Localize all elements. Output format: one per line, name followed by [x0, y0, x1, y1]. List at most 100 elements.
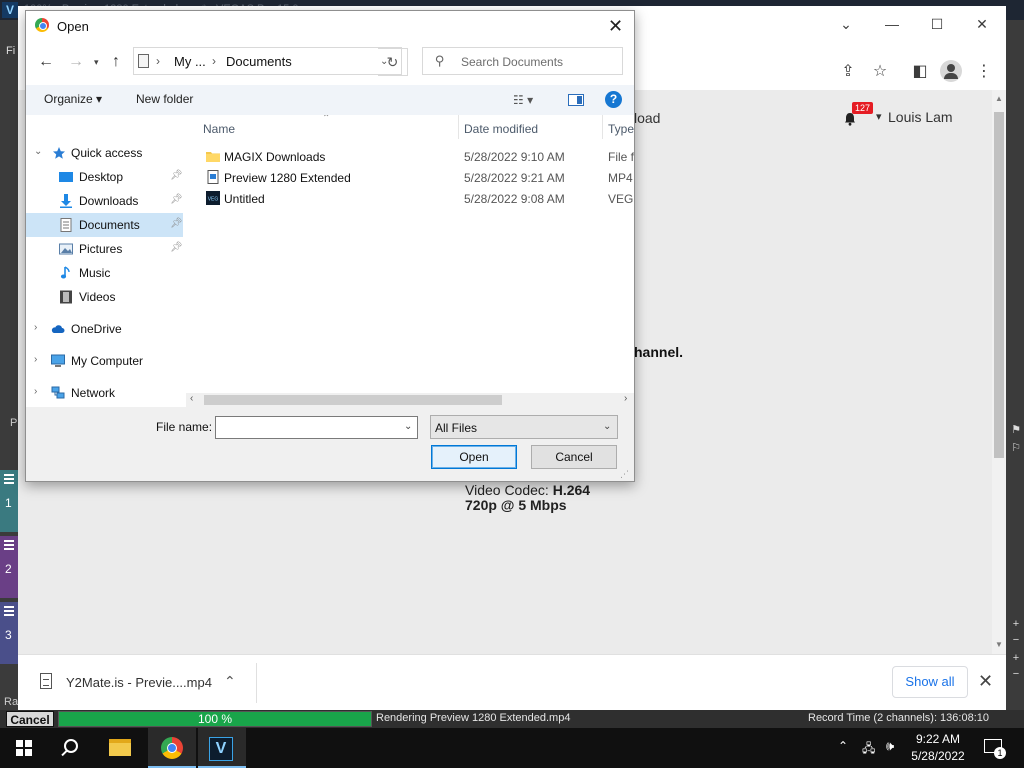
chevron-down-icon[interactable]: ⌄	[404, 421, 412, 432]
track-header[interactable]: 3	[0, 602, 18, 664]
zoom-in-icon[interactable]: +	[1010, 618, 1022, 630]
chevron-right-icon[interactable]: ›	[212, 54, 216, 68]
cancel-button[interactable]: Cancel	[531, 445, 617, 469]
chevron-down-icon[interactable]: ▾	[876, 110, 882, 123]
show-all-button[interactable]: Show all	[892, 666, 968, 698]
nav-item-desktop[interactable]: Desktop 📌︎	[26, 165, 183, 189]
minimize-button[interactable]: —	[880, 12, 904, 36]
file-row[interactable]: MAGIX Downloads 5/28/2022 9:10 AM File f…	[186, 146, 634, 167]
back-arrow-icon[interactable]: ←	[38, 53, 54, 71]
help-icon[interactable]: ?	[605, 91, 622, 108]
share-icon[interactable]: ⇪	[836, 60, 860, 84]
star-icon[interactable]: ☆	[868, 60, 892, 84]
nav-item-documents[interactable]: Documents 📌︎	[26, 213, 183, 237]
nav-item-quick-access[interactable]: ⌄ Quick access	[26, 141, 183, 165]
side-panel-icon[interactable]: ◧	[908, 60, 932, 84]
column-header-date[interactable]: Date modified	[464, 122, 538, 136]
clock-time[interactable]: 9:22 AM	[902, 732, 974, 746]
track-menu-icon[interactable]	[4, 606, 14, 616]
scroll-thumb[interactable]	[994, 112, 1004, 458]
marker-icon[interactable]: ⚑	[1010, 424, 1022, 436]
page-download-link[interactable]: load	[634, 110, 660, 126]
nav-item-music[interactable]: Music	[26, 261, 183, 285]
new-folder-button[interactable]: New folder	[136, 92, 193, 106]
maximize-button[interactable]: ☐	[925, 12, 949, 36]
organize-button[interactable]: Organize ▾	[44, 92, 102, 106]
chevron-right-icon[interactable]: ›	[34, 322, 37, 333]
file-name-input[interactable]	[215, 416, 418, 439]
column-divider[interactable]	[602, 115, 603, 139]
breadcrumb-segment[interactable]: My ...	[174, 54, 206, 69]
zoom-out-icon[interactable]: −	[1010, 668, 1022, 680]
file-type-select[interactable]: All Files ⌄	[430, 415, 618, 439]
close-icon[interactable]: ✕	[978, 671, 993, 692]
nav-item-onedrive[interactable]: › OneDrive	[26, 317, 183, 341]
pin-icon[interactable]: 📌︎	[170, 194, 183, 205]
menu-kebab-icon[interactable]: ⋮	[972, 60, 996, 84]
scroll-right-arrow-icon[interactable]: ›	[624, 393, 627, 404]
user-name[interactable]: Louis Lam	[888, 109, 953, 125]
chevron-right-icon[interactable]: ›	[34, 354, 37, 365]
chevron-right-icon[interactable]: ›	[156, 54, 160, 68]
scroll-thumb[interactable]	[204, 395, 502, 405]
pin-icon[interactable]: 📌︎	[170, 218, 183, 229]
zoom-out-icon[interactable]: −	[1010, 634, 1022, 646]
nav-item-my-computer[interactable]: › My Computer	[26, 349, 183, 373]
tab-search-chevron-icon[interactable]: ⌄	[834, 12, 858, 36]
nav-item-pictures[interactable]: Pictures 📌︎	[26, 237, 183, 261]
pin-icon[interactable]: 📌︎	[170, 242, 183, 253]
preview-pane-icon[interactable]	[568, 94, 584, 106]
chevron-right-icon[interactable]: ›	[34, 386, 37, 397]
resize-grip-icon[interactable]: ⋰	[620, 469, 629, 480]
clock-date[interactable]: 5/28/2022	[902, 749, 974, 763]
volume-icon[interactable]: 🕪︎	[886, 738, 894, 754]
refresh-icon[interactable]: ↻	[378, 48, 408, 76]
folder-icon	[206, 152, 220, 162]
taskbar-search-button[interactable]	[48, 728, 96, 768]
taskbar-file-explorer[interactable]	[96, 728, 144, 768]
chevron-up-icon[interactable]: ⌃	[838, 739, 848, 753]
scroll-left-arrow-icon[interactable]: ‹	[190, 393, 193, 404]
pin-icon[interactable]: 📌︎	[170, 170, 183, 181]
recent-locations-chevron-icon[interactable]: ▾	[94, 57, 99, 68]
track-header[interactable]: 1	[0, 470, 18, 532]
close-icon[interactable]: ✕	[608, 16, 623, 37]
address-bar[interactable]: › My ... › Documents ⌄	[133, 47, 402, 75]
taskbar-vegas[interactable]: V	[198, 728, 246, 768]
track-header[interactable]: 2	[0, 536, 18, 598]
column-header-type[interactable]: Type	[608, 122, 634, 136]
scroll-up-arrow-icon[interactable]: ▲	[995, 94, 1003, 103]
nav-item-downloads[interactable]: Downloads 📌︎	[26, 189, 183, 213]
page-scrollbar[interactable]: ▲ ▼	[992, 90, 1006, 654]
scroll-down-arrow-icon[interactable]: ▼	[995, 640, 1003, 649]
nav-item-videos[interactable]: Videos	[26, 285, 183, 309]
forward-arrow-icon[interactable]: →	[68, 53, 84, 71]
column-header-row: ⌃ Name Date modified Type	[186, 115, 634, 141]
chevron-down-icon[interactable]: ⌄	[34, 146, 42, 157]
zoom-in-icon[interactable]: +	[1010, 652, 1022, 664]
download-item-name[interactable]: Y2Mate.is - Previe....mp4	[66, 675, 212, 690]
vegas-menu-fragment[interactable]: Fi	[6, 45, 15, 57]
horizontal-scrollbar[interactable]: ‹ ›	[186, 393, 634, 407]
taskbar-chrome[interactable]	[148, 728, 196, 768]
network-icon[interactable]: 🖧︎	[862, 739, 875, 760]
chevron-up-icon[interactable]: ⌃	[224, 673, 236, 690]
track-menu-icon[interactable]	[4, 540, 14, 550]
breadcrumb-segment[interactable]: Documents	[226, 54, 292, 69]
cancel-render-button[interactable]: Cancel	[6, 711, 54, 727]
file-row[interactable]: Preview 1280 Extended 5/28/2022 9:21 AM …	[186, 167, 634, 188]
column-divider[interactable]	[458, 115, 459, 139]
up-arrow-icon[interactable]: ↑	[112, 53, 120, 71]
track-menu-icon[interactable]	[4, 474, 14, 484]
profile-avatar[interactable]	[940, 60, 962, 82]
bell-icon[interactable]	[844, 112, 856, 126]
view-options-icon[interactable]: ☷ ▾	[513, 93, 533, 107]
open-button[interactable]: Open	[431, 445, 517, 469]
start-button[interactable]	[0, 728, 48, 768]
file-row[interactable]: VEG Untitled 5/28/2022 9:08 AM VEG File	[186, 188, 634, 209]
close-window-button[interactable]: ✕	[970, 12, 994, 36]
nav-item-network[interactable]: › Network	[26, 381, 183, 405]
column-header-name[interactable]: Name	[203, 122, 235, 136]
marker-icon[interactable]: ⚐	[1010, 442, 1022, 454]
search-input[interactable]: ⚲ Search Documents	[422, 47, 623, 75]
